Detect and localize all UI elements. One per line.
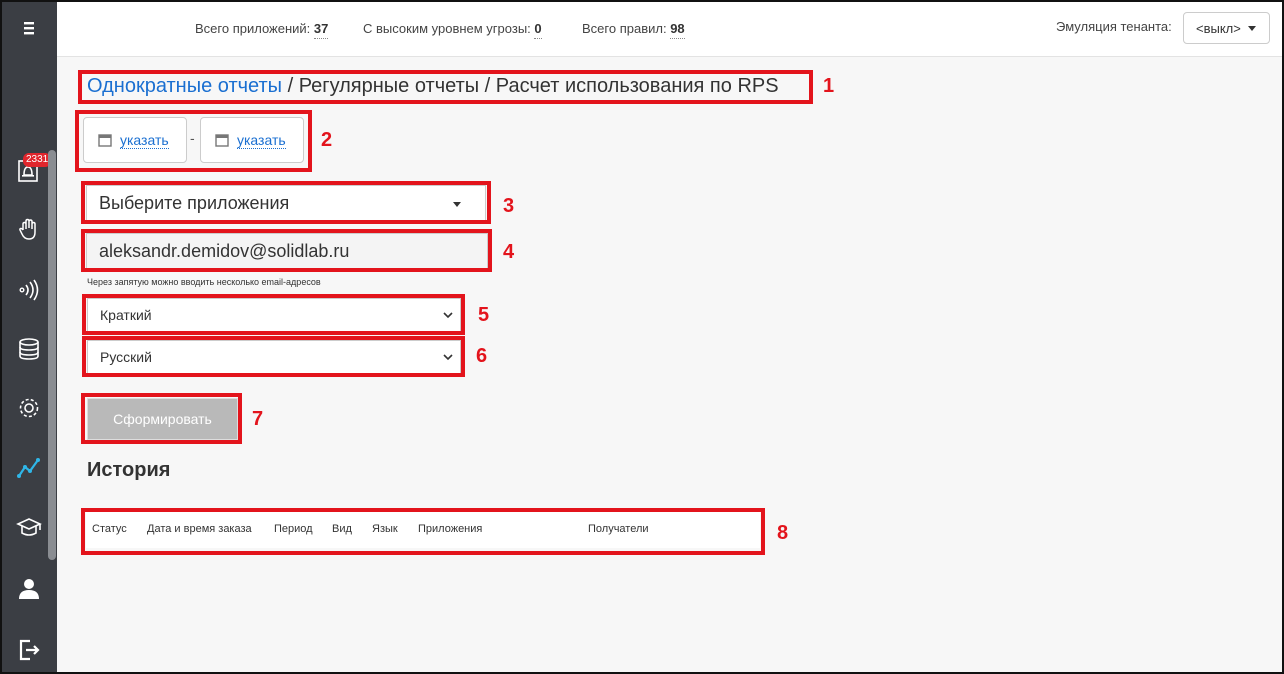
annotation-number-6: 6 xyxy=(476,345,488,367)
annotation-box-3 xyxy=(81,181,491,224)
tenant-label: Эмуляция тенанта: xyxy=(1056,19,1172,34)
annotation-number-4: 4 xyxy=(503,241,515,263)
annotation-box-1 xyxy=(78,70,813,104)
stat-total-rules: Всего правил: 98 xyxy=(582,21,685,39)
annotation-box-6 xyxy=(82,336,465,377)
annotation-number-3: 3 xyxy=(503,195,515,217)
annotation-number-2: 2 xyxy=(321,129,333,151)
caret-down-icon xyxy=(1247,25,1256,31)
email-hint: Через запятую можно вводить несколько em… xyxy=(87,277,321,287)
stat-total-apps: Всего приложений: 37 xyxy=(195,21,329,39)
sidebar: 2331 xyxy=(0,0,57,674)
alerts-badge: 2331 xyxy=(23,153,52,167)
annotation-number-5: 5 xyxy=(478,304,490,326)
stat-high-threat-value[interactable]: 0 xyxy=(534,21,542,39)
annotation-number-7: 7 xyxy=(252,408,264,430)
annotation-box-4 xyxy=(81,229,492,272)
sidebar-scrollbar[interactable] xyxy=(48,150,56,560)
stat-total-rules-value[interactable]: 98 xyxy=(670,21,685,39)
annotation-box-5 xyxy=(82,294,465,335)
annotation-number-8: 8 xyxy=(777,522,789,544)
top-bar: Всего приложений: 37 С высоким уровнем у… xyxy=(57,0,1284,57)
user-icon[interactable] xyxy=(0,567,57,611)
stat-total-apps-value[interactable]: 37 xyxy=(313,21,329,39)
annotation-box-2 xyxy=(75,110,312,172)
logout-icon[interactable] xyxy=(0,628,57,672)
history-title: История xyxy=(87,459,171,481)
annotation-box-8 xyxy=(81,508,765,555)
stat-high-threat: С высоким уровнем угрозы: 0 xyxy=(363,21,542,39)
tenant-select[interactable]: <выкл> xyxy=(1183,12,1270,44)
menu-icon[interactable] xyxy=(0,6,57,50)
annotation-box-7 xyxy=(81,393,242,444)
annotation-number-1: 1 xyxy=(823,75,835,97)
